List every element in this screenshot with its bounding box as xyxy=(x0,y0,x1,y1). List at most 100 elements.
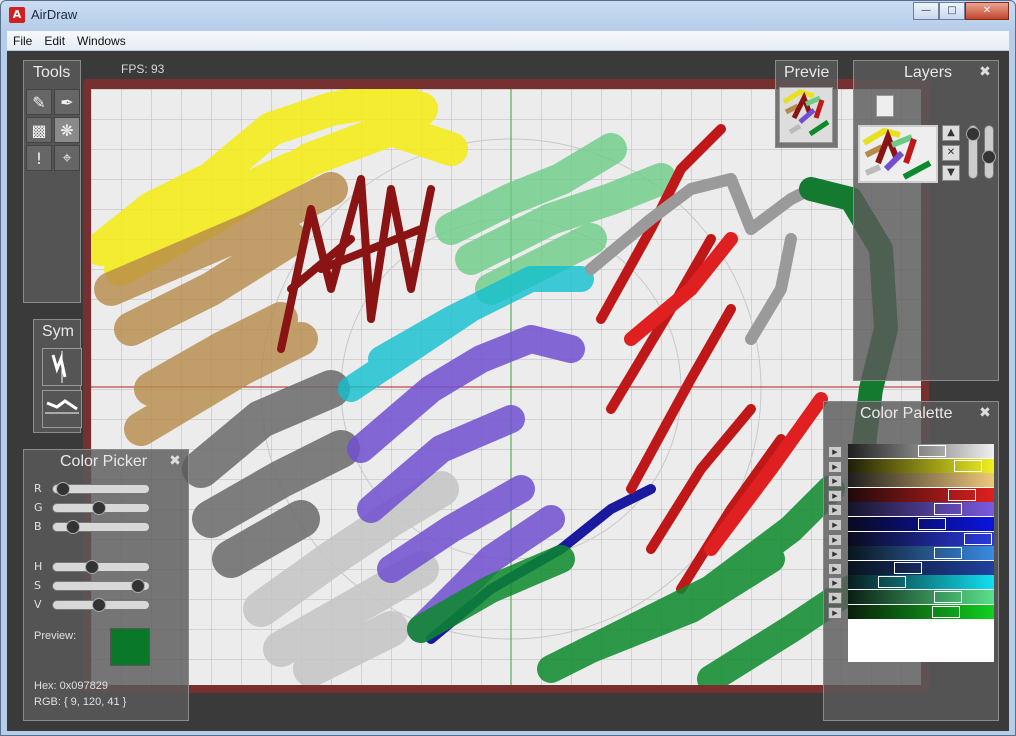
close-button[interactable]: ✕ xyxy=(965,2,1009,20)
layer-delete-icon[interactable]: ✕ xyxy=(942,145,960,161)
palette-marker[interactable] xyxy=(878,576,906,589)
palette-row-arrow-icon[interactable]: ▶ xyxy=(828,460,842,473)
slider-thumb[interactable] xyxy=(56,481,71,496)
slider-v: V xyxy=(34,597,150,612)
exclamation-icon[interactable]: ! xyxy=(26,145,52,171)
palette-row-arrow-icon[interactable]: ▶ xyxy=(828,592,842,604)
palette-row-arrow-icon[interactable]: ▶ xyxy=(828,489,842,502)
palette-row-arrow-icon[interactable]: ▶ xyxy=(828,519,842,531)
slider-label: R xyxy=(34,482,42,495)
layer-opacity-slider[interactable] xyxy=(966,125,980,179)
select-icon[interactable]: ⌖ xyxy=(54,145,80,171)
palette-row[interactable] xyxy=(848,473,994,488)
menu-bar: File Edit Windows xyxy=(7,31,1009,51)
window-title: AirDraw xyxy=(31,7,78,22)
slider-track[interactable] xyxy=(52,597,150,612)
slider-track[interactable] xyxy=(52,559,150,574)
palette-row-arrow-icon[interactable]: ▶ xyxy=(828,533,842,546)
layers-close-icon[interactable]: ✖ xyxy=(978,65,992,79)
menu-windows[interactable]: Windows xyxy=(71,34,132,48)
slider-g: G xyxy=(34,500,150,515)
blend-thumb[interactable] xyxy=(982,150,996,164)
app-window: A AirDraw — □ ✕ File Edit Windows FPS: 9… xyxy=(0,0,1016,736)
slider-label: V xyxy=(34,598,42,611)
preview-label: Preview: xyxy=(34,630,77,642)
palette-marker[interactable] xyxy=(948,488,976,501)
slider-track[interactable] xyxy=(52,578,150,593)
slider-b: B xyxy=(34,519,150,534)
color-palette-panel: Color Palette ✖ ▶ ▶ ▶ ▶ ▶ ▶ ▶ ▶ ▶ ▶ ▶ ▶ xyxy=(823,401,999,721)
slider-thumb[interactable] xyxy=(66,519,81,534)
palette-marker[interactable] xyxy=(934,547,962,560)
palette-row-arrow-icon[interactable]: ▶ xyxy=(828,504,842,517)
color-palette-close-icon[interactable]: ✖ xyxy=(978,406,992,420)
slider-track[interactable] xyxy=(52,519,150,534)
slider-track[interactable] xyxy=(52,500,150,515)
palette-row[interactable] xyxy=(848,546,994,561)
opacity-thumb[interactable] xyxy=(966,127,980,141)
sym-panel: Sym xyxy=(33,319,82,433)
color-picker-close-icon[interactable]: ✖ xyxy=(168,454,182,468)
palette-row-arrow-icon[interactable]: ▶ xyxy=(828,446,842,458)
layers-panel: Layers ✖ ▲ ✕ ▼ xyxy=(853,60,999,381)
slider-thumb[interactable] xyxy=(131,578,146,593)
layers-title: Layers xyxy=(904,64,953,81)
slider-thumb[interactable] xyxy=(84,559,99,574)
preview-title: Previe xyxy=(784,64,830,81)
palette-row[interactable] xyxy=(848,604,994,619)
layer-up-icon[interactable]: ▲ xyxy=(942,125,960,141)
slider-label: H xyxy=(34,560,43,573)
minimize-button[interactable]: — xyxy=(913,2,939,20)
rgb-value: RGB: { 9, 120, 41 } xyxy=(34,696,127,708)
slider-r: R xyxy=(34,481,150,496)
slider-s: S xyxy=(34,578,150,593)
palette-swatches[interactable] xyxy=(848,444,994,662)
app-icon: A xyxy=(9,7,25,23)
palette-row-arrow-icon[interactable]: ▶ xyxy=(828,577,842,590)
palette-marker[interactable] xyxy=(894,561,922,574)
layer-thumbnail[interactable] xyxy=(858,125,938,183)
new-layer-icon[interactable] xyxy=(876,95,894,117)
palette-marker[interactable] xyxy=(964,532,992,545)
drawing-canvas[interactable] xyxy=(91,89,921,685)
palette-row-arrow-icon[interactable]: ▶ xyxy=(828,562,842,575)
slider-track[interactable] xyxy=(52,481,150,496)
palette-marker[interactable] xyxy=(934,503,962,516)
tools-panel: Tools ✎ ✒ ▩ ❋ ! ⌖ xyxy=(23,60,81,303)
palette-row[interactable] xyxy=(848,590,994,604)
fps-counter: FPS: 93 xyxy=(121,62,165,76)
hex-value: Hex: 0x097829 xyxy=(34,680,108,692)
menu-file[interactable]: File xyxy=(7,34,38,48)
palette-marker[interactable] xyxy=(918,518,946,530)
palette-row-arrow-icon[interactable]: ▶ xyxy=(828,475,842,488)
sym-title: Sym xyxy=(42,323,74,340)
layer-blend-slider[interactable] xyxy=(982,125,996,179)
palette-row[interactable] xyxy=(848,502,994,517)
preview-thumbnail[interactable] xyxy=(779,87,833,143)
feather-icon[interactable]: ❋ xyxy=(54,117,80,143)
menu-edit[interactable]: Edit xyxy=(38,34,71,48)
slider-thumb[interactable] xyxy=(92,597,107,612)
palette-row[interactable] xyxy=(848,575,994,590)
palette-marker[interactable] xyxy=(918,445,946,457)
horizontal-symmetry-icon[interactable] xyxy=(42,390,82,428)
pencil-icon[interactable]: ✎ xyxy=(26,89,52,115)
slider-thumb[interactable] xyxy=(92,500,107,515)
layer-down-icon[interactable]: ▼ xyxy=(942,165,960,181)
tools-title: Tools xyxy=(33,64,71,81)
slider-label: B xyxy=(34,520,42,533)
canvas-artwork xyxy=(91,89,921,685)
color-preview-swatch xyxy=(110,628,150,666)
palette-row-arrow-icon[interactable]: ▶ xyxy=(828,548,842,561)
palette-marker[interactable] xyxy=(932,605,960,618)
palette-marker[interactable] xyxy=(934,591,962,603)
maximize-button[interactable]: □ xyxy=(939,2,965,20)
palette-marker[interactable] xyxy=(954,459,982,472)
title-bar[interactable]: A AirDraw — □ ✕ xyxy=(1,1,1015,31)
color-picker-panel: Color Picker ✖ RGB HSV Preview: Hex: 0x09… xyxy=(23,449,189,721)
vertical-symmetry-icon[interactable] xyxy=(42,348,82,386)
brush-icon[interactable]: ▩ xyxy=(26,117,52,143)
slider-label: G xyxy=(34,501,43,514)
marker-icon[interactable]: ✒ xyxy=(54,89,80,115)
palette-row-arrow-icon[interactable]: ▶ xyxy=(828,606,842,619)
